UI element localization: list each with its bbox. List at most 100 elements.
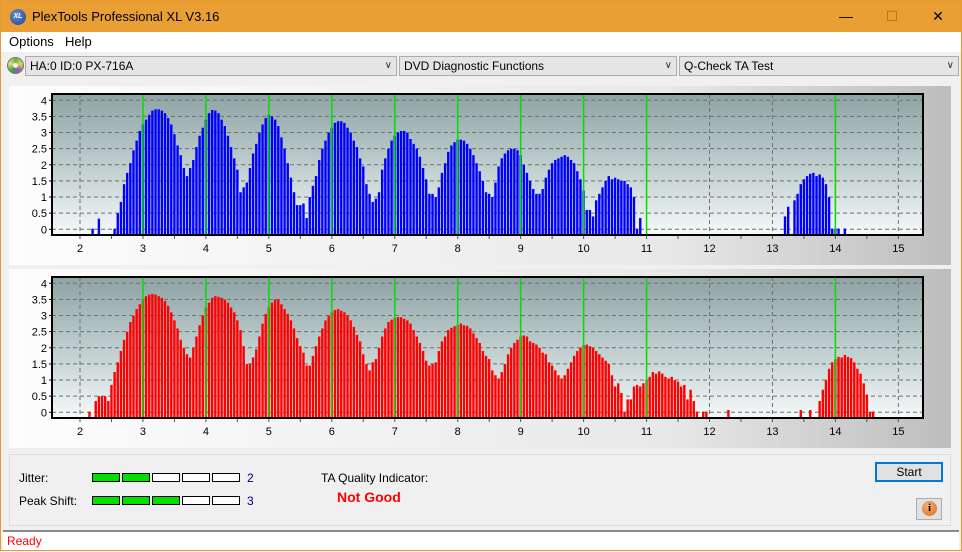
x-tick-label: 8 [455, 243, 461, 255]
meter-segment [182, 473, 210, 482]
histogram-bar [390, 319, 393, 418]
histogram-bar [594, 351, 598, 418]
histogram-bar [434, 362, 437, 418]
histogram-bar [132, 315, 135, 418]
histogram-bar [679, 386, 683, 418]
histogram-bar [818, 174, 821, 235]
histogram-bar [431, 193, 434, 235]
y-tick-label: 0 [41, 224, 47, 236]
histogram-bar [525, 336, 529, 418]
histogram-bar [399, 130, 403, 235]
histogram-bar [97, 218, 101, 235]
histogram-bar [289, 320, 293, 418]
histogram-bar [368, 370, 371, 418]
histogram-bar [210, 297, 214, 418]
info-button[interactable]: i [916, 498, 942, 520]
histogram-bar [340, 310, 343, 418]
histogram-bar [406, 132, 409, 235]
histogram-bar [170, 312, 173, 418]
histogram-bar [129, 163, 132, 235]
histogram-bar [796, 193, 799, 235]
histogram-bar [522, 335, 525, 418]
start-button[interactable]: Start [875, 462, 943, 482]
histogram-bar [122, 339, 126, 418]
histogram-bar [462, 140, 466, 235]
histogram-bar [273, 299, 277, 418]
histogram-bar [513, 342, 516, 418]
histogram-bar [365, 184, 368, 235]
histogram-bar [362, 166, 365, 235]
histogram-bar [148, 114, 151, 235]
histogram-bar [248, 363, 252, 418]
histogram-bar [617, 179, 620, 235]
histogram-bar [135, 140, 138, 235]
histogram-bar [371, 201, 374, 235]
histogram-bar [270, 116, 274, 235]
histogram-bar [198, 135, 201, 235]
histogram-bar [295, 205, 299, 235]
histogram-bar [226, 135, 230, 235]
histogram-bar [535, 344, 538, 418]
histogram-bar [283, 148, 286, 235]
histogram-bar [528, 341, 532, 418]
histogram-bar [251, 153, 255, 235]
histogram-bar [497, 166, 500, 235]
histogram-bar [415, 148, 418, 235]
histogram-bar [824, 184, 828, 235]
histogram-bar [425, 360, 428, 418]
histogram-bar [579, 347, 582, 418]
histogram-bar [349, 320, 352, 418]
histogram-bar [506, 150, 510, 235]
histogram-bar [494, 375, 497, 418]
histogram-bar [122, 184, 126, 235]
histogram-bar [368, 193, 371, 235]
x-tick-label: 14 [829, 243, 841, 255]
histogram-bar [402, 130, 406, 235]
histogram-bar [635, 384, 639, 418]
histogram-bar [620, 180, 623, 235]
histogram-bar [818, 401, 821, 418]
x-tick-label: 2 [77, 243, 83, 255]
histogram-bar [607, 176, 610, 235]
histogram-bar [620, 392, 623, 418]
y-tick-label: 4 [41, 95, 47, 107]
histogram-bar [374, 198, 378, 235]
x-tick-label: 3 [140, 426, 146, 438]
histogram-bar [261, 323, 264, 418]
histogram-bar [179, 155, 182, 235]
y-tick-label: 2 [41, 343, 47, 355]
info-icon: i [922, 501, 937, 516]
histogram-bar [151, 293, 154, 418]
meter-segment [152, 473, 180, 482]
histogram-bar [198, 325, 201, 418]
histogram-bar [292, 328, 296, 418]
x-tick-label: 12 [703, 243, 715, 255]
peak-shift-value: 3 [247, 494, 254, 508]
x-tick-label: 3 [140, 243, 146, 255]
histogram-bar [809, 173, 812, 235]
histogram-bar [487, 359, 491, 418]
histogram-bar [110, 384, 113, 418]
histogram-bar [544, 177, 548, 235]
histogram-bar [579, 179, 582, 235]
histogram-bar [598, 193, 601, 235]
histogram-bar [475, 338, 478, 418]
histogram-bar [308, 197, 311, 235]
histogram-bar [588, 346, 592, 418]
histogram-bar [557, 158, 560, 235]
histogram-bar [94, 401, 97, 418]
histogram-bar [613, 386, 617, 418]
x-tick-label: 2 [77, 426, 83, 438]
x-tick-label: 6 [329, 243, 335, 255]
y-tick-label: 3.5 [32, 294, 47, 306]
histogram-bar [409, 323, 412, 418]
results-panel [9, 454, 951, 526]
histogram-bar [472, 155, 475, 235]
ta-quality-label: TA Quality Indicator: [321, 471, 429, 485]
histogram-bar [604, 360, 607, 418]
histogram-bar [399, 317, 403, 418]
meter-segment [92, 473, 120, 482]
histogram-bar [484, 192, 488, 235]
histogram-bar [421, 351, 425, 418]
histogram-bar [465, 325, 469, 418]
